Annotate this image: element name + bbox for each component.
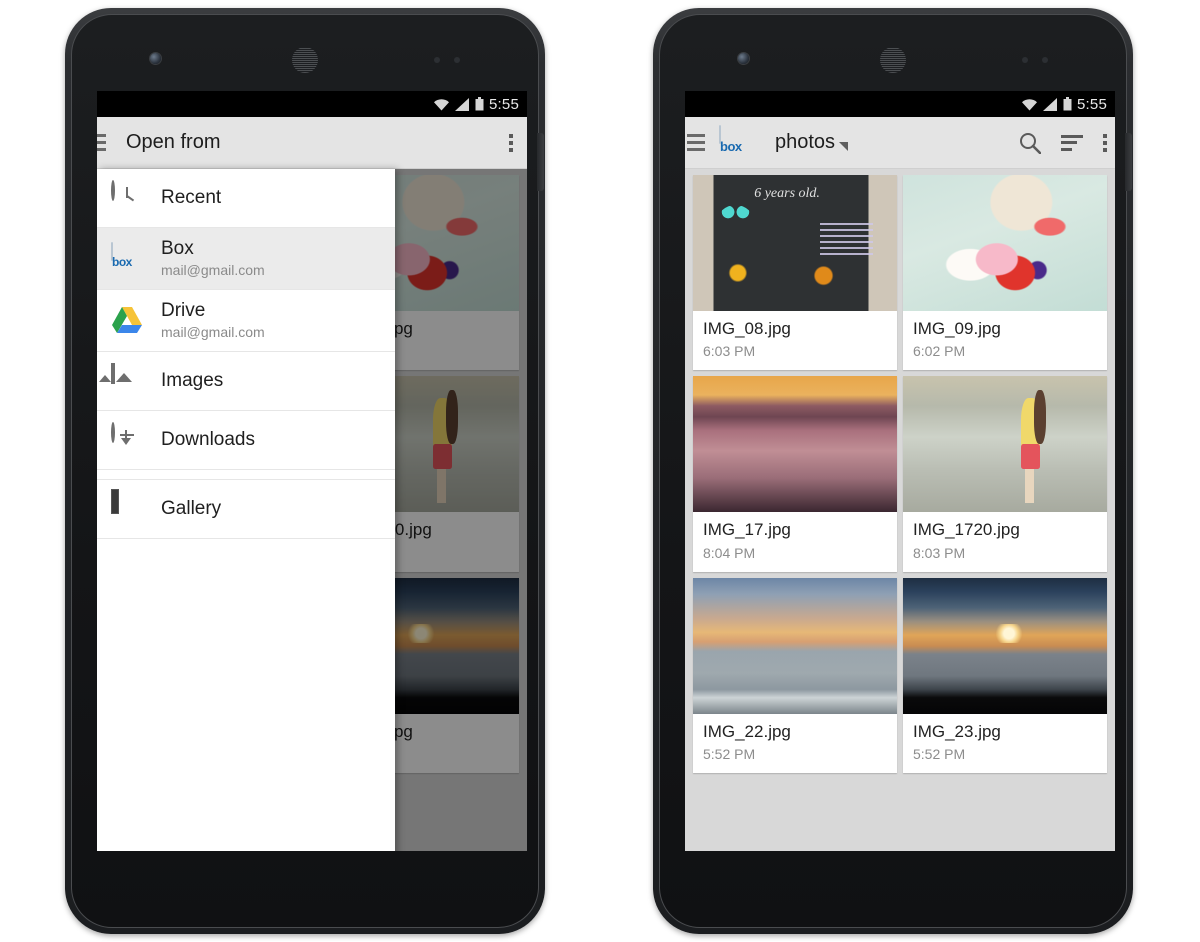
sort-icon[interactable] bbox=[1061, 134, 1083, 151]
clock-icon bbox=[111, 180, 143, 214]
navigation-drawer: Recent box Box mail@gmail.com bbox=[97, 169, 395, 851]
folder-name: photos bbox=[775, 131, 836, 153]
drawer-item-label: Recent bbox=[161, 186, 222, 208]
wifi-icon bbox=[433, 98, 450, 111]
drawer-item-label: Gallery bbox=[161, 497, 222, 519]
file-time: 5:52 PM bbox=[703, 746, 756, 763]
box-app-icon[interactable]: box bbox=[719, 124, 753, 160]
file-name: IMG_1720.jpg bbox=[913, 520, 1020, 540]
photo-card[interactable]: IMG_22.jpg 5:52 PM bbox=[693, 577, 897, 774]
file-time: 6:02 PM bbox=[913, 343, 966, 360]
page-title: Open from bbox=[126, 131, 221, 153]
photo-grid: 6 years old. IMG_08.jpg 6:03 PM IMG_09.j… bbox=[685, 169, 1115, 851]
triangle-down-icon bbox=[839, 142, 849, 151]
drawer-item-downloads[interactable]: Downloads bbox=[97, 411, 395, 470]
light-sensor-icon bbox=[1042, 57, 1048, 63]
status-bar: 5:55 bbox=[97, 91, 527, 117]
drawer-item-label: Downloads bbox=[161, 428, 255, 450]
drawer-item-account: mail@gmail.com bbox=[161, 262, 265, 279]
drawer-item-label: Box bbox=[161, 237, 194, 259]
left-content: IMG_08.jpg 6:03 PM IMG_09.jpg 6:02 PM IM… bbox=[97, 169, 527, 851]
overflow-menu-icon[interactable] bbox=[509, 133, 513, 152]
file-name: IMG_08.jpg bbox=[703, 319, 791, 338]
battery-icon bbox=[475, 97, 484, 111]
light-sensor-icon bbox=[454, 57, 460, 63]
file-time: 5:52 PM bbox=[913, 746, 966, 763]
chalk-caption: 6 years old. bbox=[754, 185, 820, 201]
status-bar: 5:55 bbox=[685, 91, 1115, 117]
front-camera-icon bbox=[150, 53, 161, 64]
front-camera-icon bbox=[738, 53, 749, 64]
action-bar-actions bbox=[1019, 132, 1107, 154]
thumbnail[interactable]: 6 years old. bbox=[693, 175, 897, 311]
thumbnail[interactable] bbox=[903, 577, 1107, 714]
thumbnail[interactable] bbox=[903, 175, 1107, 311]
power-button[interactable] bbox=[537, 133, 544, 191]
drawer-divider bbox=[97, 470, 395, 480]
action-bar-right: box photos bbox=[685, 117, 1115, 169]
thumbnail[interactable] bbox=[903, 376, 1107, 513]
drawer-item-label: Images bbox=[161, 369, 224, 391]
hamburger-icon[interactable] bbox=[97, 134, 106, 151]
box-app-icon: box bbox=[111, 241, 143, 275]
thumbnail[interactable] bbox=[693, 577, 897, 714]
file-time: 6:03 PM bbox=[703, 343, 756, 360]
phone-left-bezel bbox=[72, 15, 538, 91]
earpiece-speaker-icon bbox=[292, 47, 318, 73]
action-bar-left: Open from bbox=[97, 117, 527, 169]
power-button[interactable] bbox=[1125, 133, 1132, 191]
screen-right: 5:55 box photos bbox=[685, 91, 1115, 851]
drive-icon bbox=[111, 305, 143, 337]
wifi-icon bbox=[1021, 98, 1038, 111]
screen-left: 5:55 Open from IMG_08.jpg 6: bbox=[97, 91, 527, 851]
drawer-item-label: Drive bbox=[161, 299, 206, 321]
download-icon bbox=[111, 422, 143, 456]
proximity-sensor-icon bbox=[434, 57, 440, 63]
gallery-icon bbox=[111, 489, 143, 525]
file-name: IMG_17.jpg bbox=[703, 520, 791, 540]
hamburger-icon[interactable] bbox=[687, 134, 705, 151]
phone-right-bezel bbox=[660, 15, 1126, 91]
image-icon bbox=[111, 363, 143, 397]
drawer-item-recent[interactable]: Recent bbox=[97, 169, 395, 228]
file-name: IMG_23.jpg bbox=[913, 721, 1001, 741]
drawer-item-account: mail@gmail.com bbox=[161, 324, 265, 341]
photo-card[interactable]: 6 years old. IMG_08.jpg 6:03 PM bbox=[693, 175, 897, 371]
search-icon[interactable] bbox=[1019, 132, 1042, 154]
photo-card[interactable]: IMG_23.jpg 5:52 PM bbox=[903, 577, 1107, 774]
signal-icon bbox=[1043, 97, 1058, 111]
photo-card[interactable]: IMG_17.jpg 8:04 PM bbox=[693, 376, 897, 572]
folder-selector[interactable]: photos bbox=[775, 131, 849, 154]
photo-card[interactable]: IMG_1720.jpg 8:03 PM bbox=[903, 376, 1107, 572]
drawer-item-gallery[interactable]: Gallery bbox=[97, 480, 395, 539]
phone-right: 5:55 box photos bbox=[653, 8, 1133, 934]
battery-icon bbox=[1063, 97, 1072, 111]
proximity-sensor-icon bbox=[1022, 57, 1028, 63]
overflow-menu-icon[interactable] bbox=[1103, 133, 1107, 152]
photo-card[interactable]: IMG_09.jpg 6:02 PM bbox=[903, 175, 1107, 371]
drawer-item-box[interactable]: box Box mail@gmail.com bbox=[97, 228, 395, 290]
file-time: 8:03 PM bbox=[913, 544, 966, 561]
file-name: IMG_09.jpg bbox=[913, 319, 1001, 338]
file-time: 8:04 PM bbox=[703, 544, 756, 561]
drawer-item-drive[interactable]: Drive mail@gmail.com bbox=[97, 290, 395, 352]
file-name: IMG_22.jpg bbox=[703, 721, 791, 741]
phone-left-body: 5:55 Open from IMG_08.jpg 6: bbox=[71, 14, 544, 928]
status-bar-time: 5:55 bbox=[1077, 95, 1107, 113]
drawer-item-images[interactable]: Images bbox=[97, 352, 395, 411]
signal-icon bbox=[455, 97, 470, 111]
status-bar-time: 5:55 bbox=[489, 95, 519, 113]
phone-right-body: 5:55 box photos bbox=[659, 14, 1132, 928]
earpiece-speaker-icon bbox=[880, 47, 906, 73]
phone-left: 5:55 Open from IMG_08.jpg 6: bbox=[65, 8, 545, 934]
thumbnail[interactable] bbox=[693, 376, 897, 513]
